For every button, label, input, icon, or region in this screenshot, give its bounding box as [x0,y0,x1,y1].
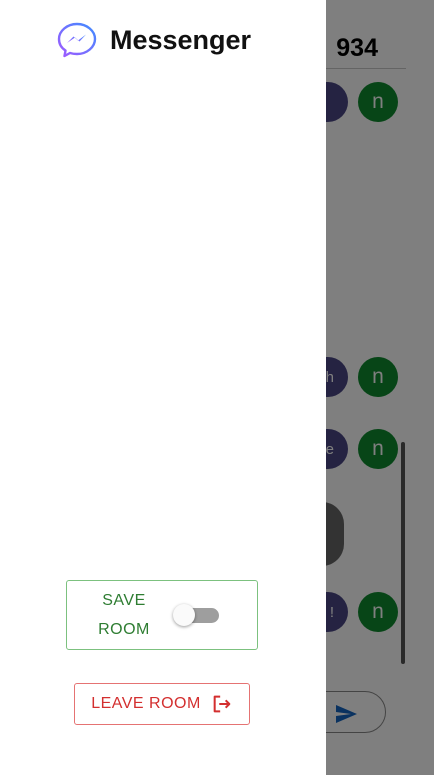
save-room-label: SAVE ROOM [75,586,173,644]
save-room-control[interactable]: SAVE ROOM [66,580,258,650]
save-room-label-line2: ROOM [98,621,150,638]
toggle-thumb [173,604,195,626]
save-room-toggle[interactable] [173,602,219,628]
messenger-icon [57,22,97,58]
save-room-label-line1: SAVE [102,592,146,609]
drawer-header: Messenger [56,20,251,60]
leave-room-label: LEAVE ROOM [91,695,201,712]
app-title: Messenger [110,24,252,55]
side-drawer: Messenger SAVE ROOM LEAVE ROOM [0,0,326,775]
logout-icon [213,695,231,713]
leave-room-button[interactable]: LEAVE ROOM [74,683,250,725]
